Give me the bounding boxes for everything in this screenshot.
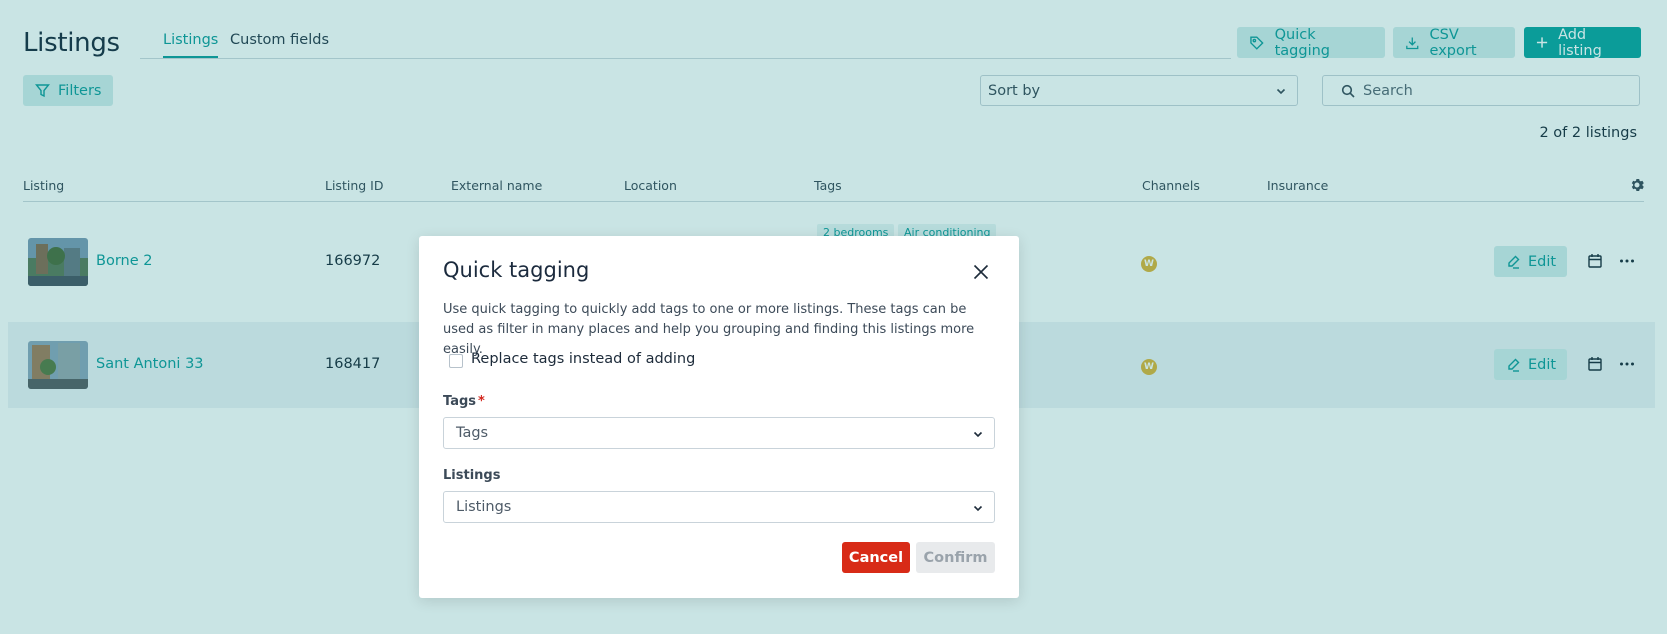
close-icon[interactable] [973, 264, 989, 280]
tags-select[interactable]: Tags [443, 417, 995, 449]
listings-select[interactable]: Listings [443, 491, 995, 523]
tags-field-label: Tags * [443, 394, 485, 409]
chevron-down-icon [973, 431, 983, 438]
cancel-button[interactable]: Cancel [842, 542, 910, 573]
confirm-button[interactable]: Confirm [916, 542, 995, 573]
replace-tags-label[interactable]: Replace tags instead of adding [471, 351, 695, 367]
listings-field-label: Listings [443, 468, 501, 483]
quick-tagging-modal: Quick tagging Use quick tagging to quick… [419, 236, 1019, 598]
modal-title: Quick tagging [443, 258, 590, 282]
listings-select-placeholder: Listings [456, 499, 512, 515]
tags-select-placeholder: Tags [456, 425, 489, 441]
replace-tags-checkbox[interactable] [449, 354, 463, 368]
required-marker: * [478, 394, 485, 409]
tags-label-text: Tags [443, 394, 477, 409]
chevron-down-icon [973, 505, 983, 512]
